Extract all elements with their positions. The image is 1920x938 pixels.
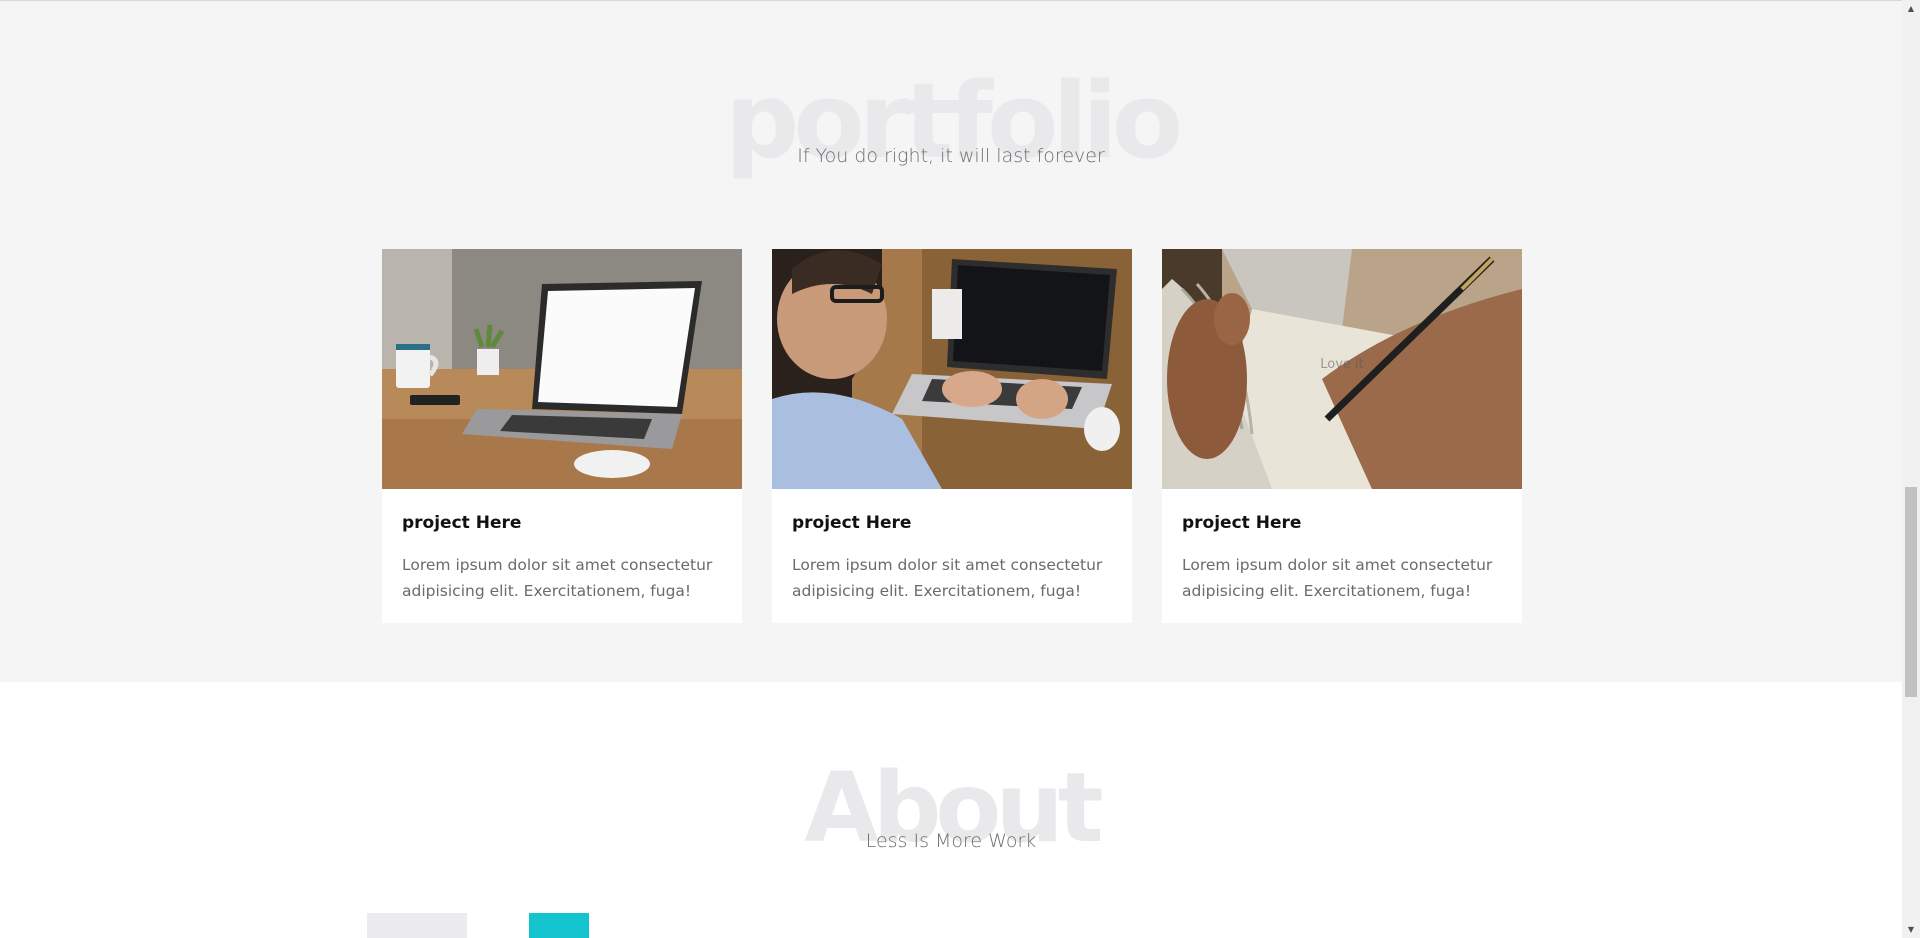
portfolio-card[interactable]: Love it project Here Lorem ipsum dolor s… bbox=[1162, 249, 1522, 623]
portfolio-card[interactable]: project Here Lorem ipsum dolor sit amet … bbox=[772, 249, 1132, 623]
about-subtitle: Less Is More Work bbox=[865, 830, 1037, 852]
card-title[interactable]: project Here bbox=[402, 513, 521, 533]
portfolio-section: portfolio If You do right, it will last … bbox=[0, 1, 1902, 682]
about-image-placeholder bbox=[367, 913, 467, 938]
card-title[interactable]: project Here bbox=[792, 513, 911, 533]
about-accent-block bbox=[529, 913, 589, 938]
scroll-thumb[interactable] bbox=[1905, 487, 1917, 697]
man-typing-laptop-photo[interactable] bbox=[772, 249, 1132, 489]
scroll-down-arrow-icon[interactable]: ▼ bbox=[1902, 921, 1920, 938]
vertical-scrollbar[interactable]: ▲ ▼ bbox=[1902, 0, 1920, 938]
card-description: Lorem ipsum dolor sit amet consectetur a… bbox=[402, 556, 713, 600]
scroll-up-arrow-icon[interactable]: ▲ bbox=[1902, 0, 1920, 17]
portfolio-cards: project Here Lorem ipsum dolor sit amet … bbox=[382, 249, 1522, 623]
portfolio-card[interactable]: project Here Lorem ipsum dolor sit amet … bbox=[382, 249, 742, 623]
laptop-on-desk-photo[interactable] bbox=[382, 249, 742, 489]
page: portfolio If You do right, it will last … bbox=[0, 0, 1902, 938]
card-description: Lorem ipsum dolor sit amet consectetur a… bbox=[1182, 556, 1493, 600]
portfolio-subtitle: If You do right, it will last forever bbox=[797, 145, 1105, 167]
card-description: Lorem ipsum dolor sit amet consectetur a… bbox=[792, 556, 1103, 600]
card-title[interactable]: project Here bbox=[1182, 513, 1301, 533]
about-section: About Less Is More Work bbox=[0, 682, 1902, 938]
image-overlay-label: Love it bbox=[1320, 357, 1364, 372]
